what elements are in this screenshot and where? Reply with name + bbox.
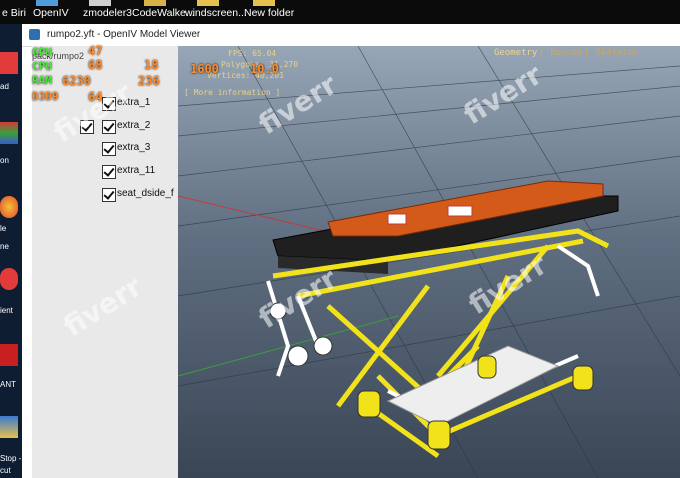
gpu-label: GPU: [32, 46, 52, 59]
chrome-icon[interactable]: [0, 196, 18, 218]
app-icon[interactable]: [0, 122, 18, 144]
cpu-temp: 68: [88, 58, 103, 72]
checkbox-extra-11[interactable]: [102, 165, 116, 179]
openiv-taskbar-icon: [36, 0, 58, 6]
app-icon[interactable]: [0, 268, 18, 290]
viewer-tabs: Geometry| Bounds| Skeleton: [494, 48, 639, 58]
zmodeler-taskbar-icon: [89, 0, 111, 6]
window-title: rumpo2.yft - OpenIV Model Viewer: [47, 29, 201, 40]
ram-value: 6230: [62, 74, 91, 88]
desktop-icon-label: Stop -: [0, 454, 22, 463]
checkbox-seat-dside-f[interactable]: [102, 188, 116, 202]
more-information-link[interactable]: [ More information ]: [184, 88, 280, 97]
taskbar-item-zmodeler3[interactable]: zmodeler3: [83, 7, 132, 19]
stretcher-model: [266, 180, 619, 459]
app-icon[interactable]: [0, 52, 18, 74]
openiv-icon: [29, 29, 40, 40]
taskbar: e Biri OpenIV zmodeler3 CodeWalke... win…: [0, 0, 680, 24]
codewalker-taskbar-icon: [144, 0, 166, 6]
fps-label: D3D9: [32, 90, 59, 103]
checkbox-label: extra_11: [117, 165, 156, 176]
cpu-label: CPU: [32, 60, 52, 73]
gpu-temp: 47: [88, 44, 103, 58]
tab-bounds[interactable]: Bounds: [550, 48, 583, 58]
app-icon[interactable]: [0, 344, 18, 366]
clock-1-value: 1600: [190, 62, 219, 76]
cpu-load: 236: [138, 74, 160, 88]
checkbox-extra-3[interactable]: [102, 142, 116, 156]
tab-geometry[interactable]: Geometry: [494, 48, 537, 58]
desktop-icon-label: cut: [0, 466, 11, 475]
checkbox-label: extra_2: [117, 120, 151, 131]
gpu-load: 18: [144, 58, 159, 72]
taskbar-item-new-folder[interactable]: New folder: [244, 7, 294, 19]
desktop-icon-label: ne: [0, 242, 9, 251]
shield-icon[interactable]: [0, 416, 18, 438]
checkbox-label: extra_3: [117, 142, 151, 153]
taskbar-item-e-biri[interactable]: e Biri: [2, 7, 26, 19]
desktop-icon-label: ANT: [0, 380, 16, 389]
taskbar-item-windscreen[interactable]: windscreen...: [185, 7, 247, 19]
folder-taskbar-icon: [197, 0, 219, 6]
tab-skeleton[interactable]: Skeleton: [596, 48, 639, 58]
desktop-icon-label: ient: [0, 306, 13, 315]
fps-readout: FPS: 65.04: [228, 49, 277, 58]
taskbar-item-openiv[interactable]: OpenIV: [33, 7, 69, 19]
model-render: [178, 46, 680, 478]
folder-taskbar-icon: [253, 0, 275, 6]
desktop-icon-label: ad: [0, 82, 9, 91]
ram-label: RAM: [32, 74, 52, 87]
desktop-icon-label: on: [0, 156, 9, 165]
clock-2-value: 10.0: [250, 62, 279, 76]
3d-viewport[interactable]: [178, 46, 680, 478]
checkbox-label: seat_dside_f: [117, 188, 174, 199]
desktop-icon-label: le: [0, 224, 7, 233]
